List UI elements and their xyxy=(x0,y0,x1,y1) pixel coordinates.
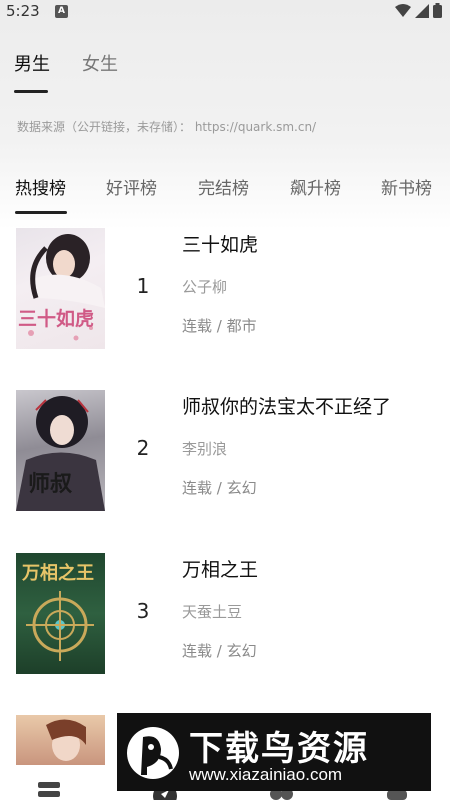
signal-icon xyxy=(415,3,429,18)
wifi-icon xyxy=(395,3,411,17)
rank-tab-indicator xyxy=(15,211,67,214)
bookshelf-icon[interactable] xyxy=(36,776,62,800)
watermark-url: www.xiazainiao.com xyxy=(189,765,343,784)
cover-title: 三十如虎 xyxy=(18,308,95,330)
tab-rising[interactable]: 飙升榜 xyxy=(290,174,341,199)
battery-icon xyxy=(433,3,442,18)
status-icons xyxy=(395,3,442,18)
book-author: 李别浪 xyxy=(182,440,228,458)
rank-tabs: 热搜榜 好评榜 完结榜 飙升榜 新书榜 xyxy=(15,174,450,214)
tab-top-rated[interactable]: 好评榜 xyxy=(106,174,157,199)
watermark-title: 下载鸟资源 xyxy=(189,729,369,769)
tab-completed[interactable]: 完结榜 xyxy=(198,174,249,199)
watermark-banner: 下载鸟资源 www.xiazainiao.com xyxy=(117,713,431,791)
book-cover[interactable]: 师叔 xyxy=(16,390,105,511)
gender-tabs: 男生 女生 xyxy=(14,50,118,76)
book-title[interactable]: 师叔你的法宝太不正经了 xyxy=(182,392,391,419)
bird-logo-icon xyxy=(127,727,179,779)
notification-icon: A xyxy=(55,5,68,18)
list-item[interactable]: 师叔 2 师叔你的法宝太不正经了 李别浪 连载 / 玄幻 xyxy=(0,390,450,520)
book-meta: 连载 / 玄幻 xyxy=(182,642,257,660)
gender-tab-indicator xyxy=(14,90,48,93)
tab-new-books[interactable]: 新书榜 xyxy=(381,174,432,199)
book-meta: 连载 / 都市 xyxy=(182,317,257,335)
book-cover[interactable]: 万相之王 xyxy=(16,553,105,674)
book-author: 天蚕土豆 xyxy=(182,603,243,621)
book-author: 公子柳 xyxy=(182,278,228,296)
cover-title: 万相之王 xyxy=(22,563,94,584)
rank-number: 3 xyxy=(136,599,150,623)
book-cover[interactable]: 三十如虎 xyxy=(16,228,105,349)
book-title[interactable]: 万相之王 xyxy=(182,555,258,582)
cover-title: 师叔 xyxy=(28,471,73,497)
cover-illustration xyxy=(46,719,86,761)
tab-male[interactable]: 男生 xyxy=(14,50,50,76)
source-notice: 数据来源（公开链接，未存储）： https://quark.sm.cn/ xyxy=(17,120,317,134)
status-time: 5:23 xyxy=(6,2,40,20)
rank-number: 2 xyxy=(136,436,150,460)
list-item[interactable]: 三十如虎 1 三十如虎 公子柳 连载 / 都市 xyxy=(0,228,450,358)
book-title[interactable]: 三十如虎 xyxy=(182,230,258,257)
list-item[interactable]: 万相之王 3 万相之王 天蚕土豆 连载 / 玄幻 xyxy=(0,553,450,683)
tab-female[interactable]: 女生 xyxy=(82,50,118,76)
status-bar: 5:23 A xyxy=(0,0,450,24)
book-cover[interactable] xyxy=(16,715,105,765)
book-meta: 连载 / 玄幻 xyxy=(182,479,257,497)
tab-hot-search[interactable]: 热搜榜 xyxy=(15,174,66,199)
rank-number: 1 xyxy=(136,274,150,298)
